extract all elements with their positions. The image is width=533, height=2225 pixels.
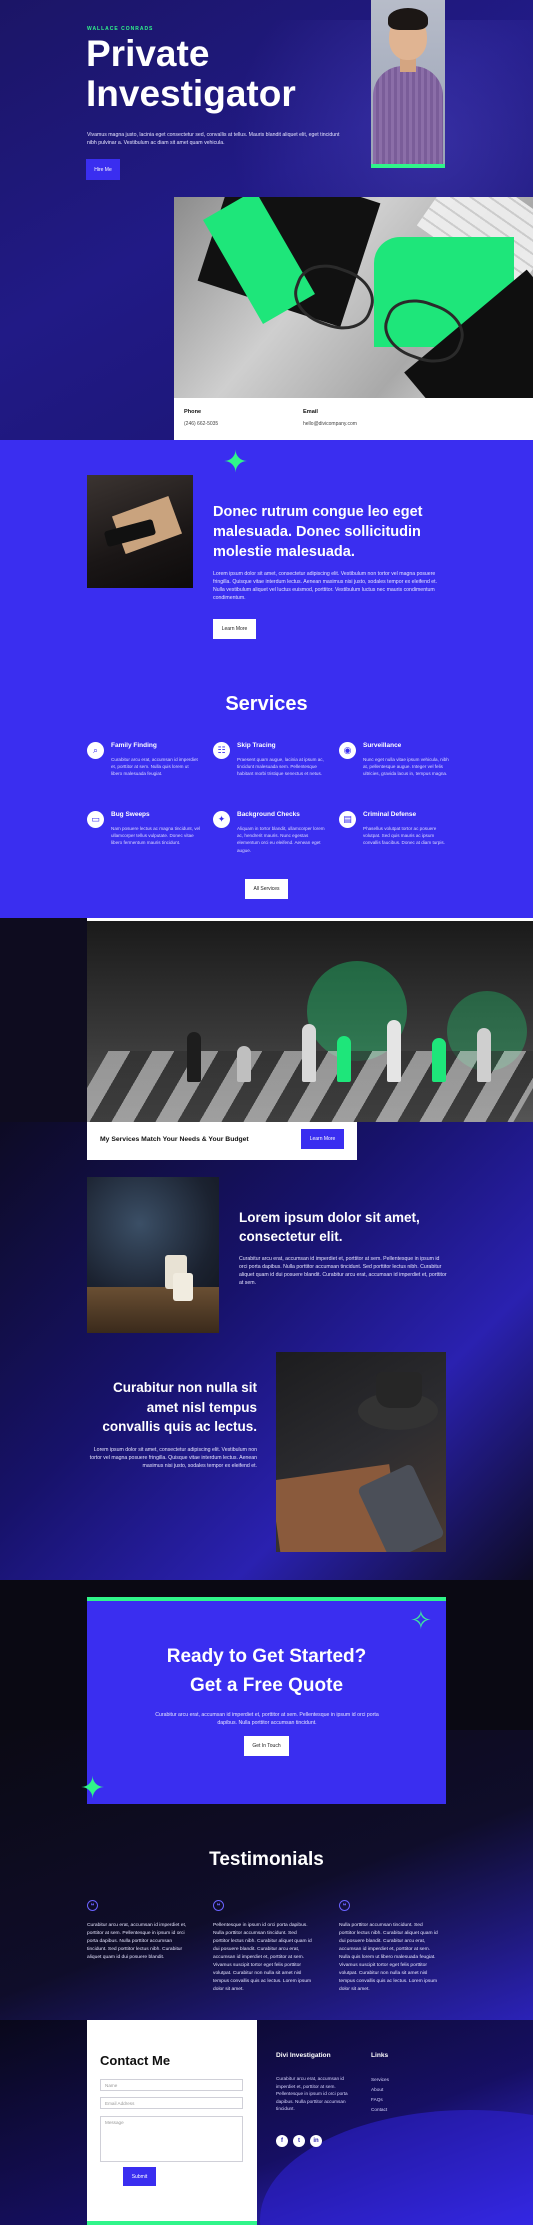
service-title: Background Checks [237, 811, 300, 818]
about-text: Lorem ipsum dolor sit amet, consectetur … [213, 571, 438, 601]
phone-label: Phone [184, 409, 202, 415]
magnifier-icon: ⌕ [87, 742, 104, 759]
email-value[interactable]: hello@divicompany.com [303, 421, 357, 427]
cta-title: Ready to Get Started? Get a Free Quote [87, 1642, 446, 1700]
testimonials-title: Testimonials [209, 1849, 324, 1870]
budget-text: My Services Match Your Needs & Your Budg… [100, 1136, 249, 1143]
laptop-icon: ▭ [87, 811, 104, 828]
investigator-portrait [371, 0, 445, 168]
service-text: Nunc eget nulla vitae ipsum vehicula, ni… [363, 757, 449, 777]
features-section [0, 1122, 533, 1580]
cta-card [87, 1597, 446, 1804]
testimonial-text: Pellentesque in ipsum id orci porta dapi… [213, 1923, 312, 1992]
feature1-title: Lorem ipsum dolor sit amet, consectetur … [239, 1210, 420, 1244]
learn-more-button[interactable]: Learn More [213, 619, 256, 639]
message-field[interactable]: Message [100, 2116, 243, 2162]
quote-icon: ❝ [213, 1900, 224, 1911]
hire-me-button[interactable]: Hire Me [86, 159, 120, 180]
cta-title-line2: Get a Free Quote [189, 1675, 344, 1696]
feature1-text: Curabitur arcu erat, accumsan id imperdi… [239, 1256, 447, 1286]
all-services-button[interactable]: All Services [245, 879, 288, 899]
service-text: Nam posuere lectus ac magna tincidunt, v… [111, 826, 201, 846]
about-title: Donec rutrum congue leo eget malesuada. … [213, 504, 423, 560]
service-title: Skip Tracing [237, 742, 276, 749]
testimonial-text: Curabitur arcu erat, accumsan id imperdi… [87, 1923, 187, 1960]
sparkle-icon: ✦ [80, 1772, 106, 1805]
location-icon: ◉ [339, 742, 356, 759]
coffee-desk-photo [276, 1352, 446, 1552]
document-icon: ▤ [339, 811, 356, 828]
fingerprint-icon: ☷ [213, 742, 230, 759]
email-field[interactable]: Email Address [100, 2097, 243, 2109]
sparkle-icon: ✧ [410, 1605, 432, 1635]
instagram-icon[interactable]: in [310, 2135, 322, 2147]
quote-icon: ❝ [87, 1900, 98, 1911]
footer-company-text: Curabitur arcu erat, accumsan id imperdi… [276, 2076, 348, 2111]
cta-title-line1: Ready to Get Started? [166, 1646, 367, 1667]
facebook-icon[interactable]: f [276, 2135, 288, 2147]
service-text: Aliquam in tortor blandit, ullamcorper l… [237, 826, 325, 853]
feature2-text: Lorem ipsum dolor sit amet, consectetur … [89, 1447, 257, 1469]
service-title: Bug Sweeps [111, 811, 150, 818]
page: WALLACE CONRADS Private Investigator Viv… [0, 0, 533, 2225]
feature2-title: Curabitur non nulla sit amet nisl tempus… [102, 1380, 257, 1434]
candles-photo [87, 1177, 219, 1333]
cta-text: Curabitur arcu erat, accumsan id imperdi… [155, 1712, 379, 1726]
footer-link-about[interactable]: About [371, 2087, 383, 2092]
quote-icon: ❝ [339, 1900, 350, 1911]
sparkle-icon: ✦ [223, 446, 249, 479]
service-text: Curabitur arcu erat, accumsan id imperdi… [111, 757, 198, 777]
service-title: Criminal Defense [363, 811, 417, 818]
contact-title: Contact Me [100, 2053, 171, 2068]
footer-links-title: Links [371, 2052, 389, 2059]
hero-eyebrow: WALLACE CONRADS [87, 26, 154, 32]
chess-photo [87, 918, 533, 1122]
get-in-touch-button[interactable]: Get In Touch [244, 1736, 289, 1756]
about-photo [87, 475, 193, 588]
glasses-keyboard-photo [174, 197, 533, 398]
service-title: Surveillance [363, 742, 402, 749]
footer-link-faqs[interactable]: FAQs [371, 2097, 383, 2102]
services-title: Services [225, 693, 308, 715]
service-text: Praesent quam augue, lacinia at ipsum ac… [237, 757, 324, 777]
email-label: Email [303, 409, 318, 415]
budget-learn-more-button[interactable]: Learn More [301, 1129, 344, 1149]
submit-button[interactable]: Submit [123, 2167, 156, 2186]
budget-card-overlay: My Services Match Your Needs & Your Budg… [87, 1122, 357, 1160]
footer [0, 2020, 533, 2225]
name-field[interactable]: Name [100, 2079, 243, 2091]
footer-company-title: Divi Investigation [276, 2052, 331, 2059]
testimonial-text: Nulla porttitor accumsan tincidunt. Sed … [339, 1923, 438, 1992]
hero-text: Vivamus magna justo, lacinia eget consec… [87, 132, 340, 146]
footer-link-contact[interactable]: Contact [371, 2107, 387, 2112]
contact-form-card: Contact Me Name Email Address Message [87, 2020, 257, 2225]
twitter-icon[interactable]: t [293, 2135, 305, 2147]
badge-icon: ✦ [213, 811, 230, 828]
footer-link-services[interactable]: Services [371, 2077, 389, 2082]
phone-value: (246) 662-5035 [184, 421, 219, 427]
contact-strip: Phone (246) 662-5035 Email hello@divicom… [174, 398, 533, 440]
service-title: Family Finding [111, 742, 157, 749]
service-text: Phasellus volutpat tortor ac posuere vol… [363, 826, 445, 846]
hero-title: Private Investigator [86, 33, 296, 114]
